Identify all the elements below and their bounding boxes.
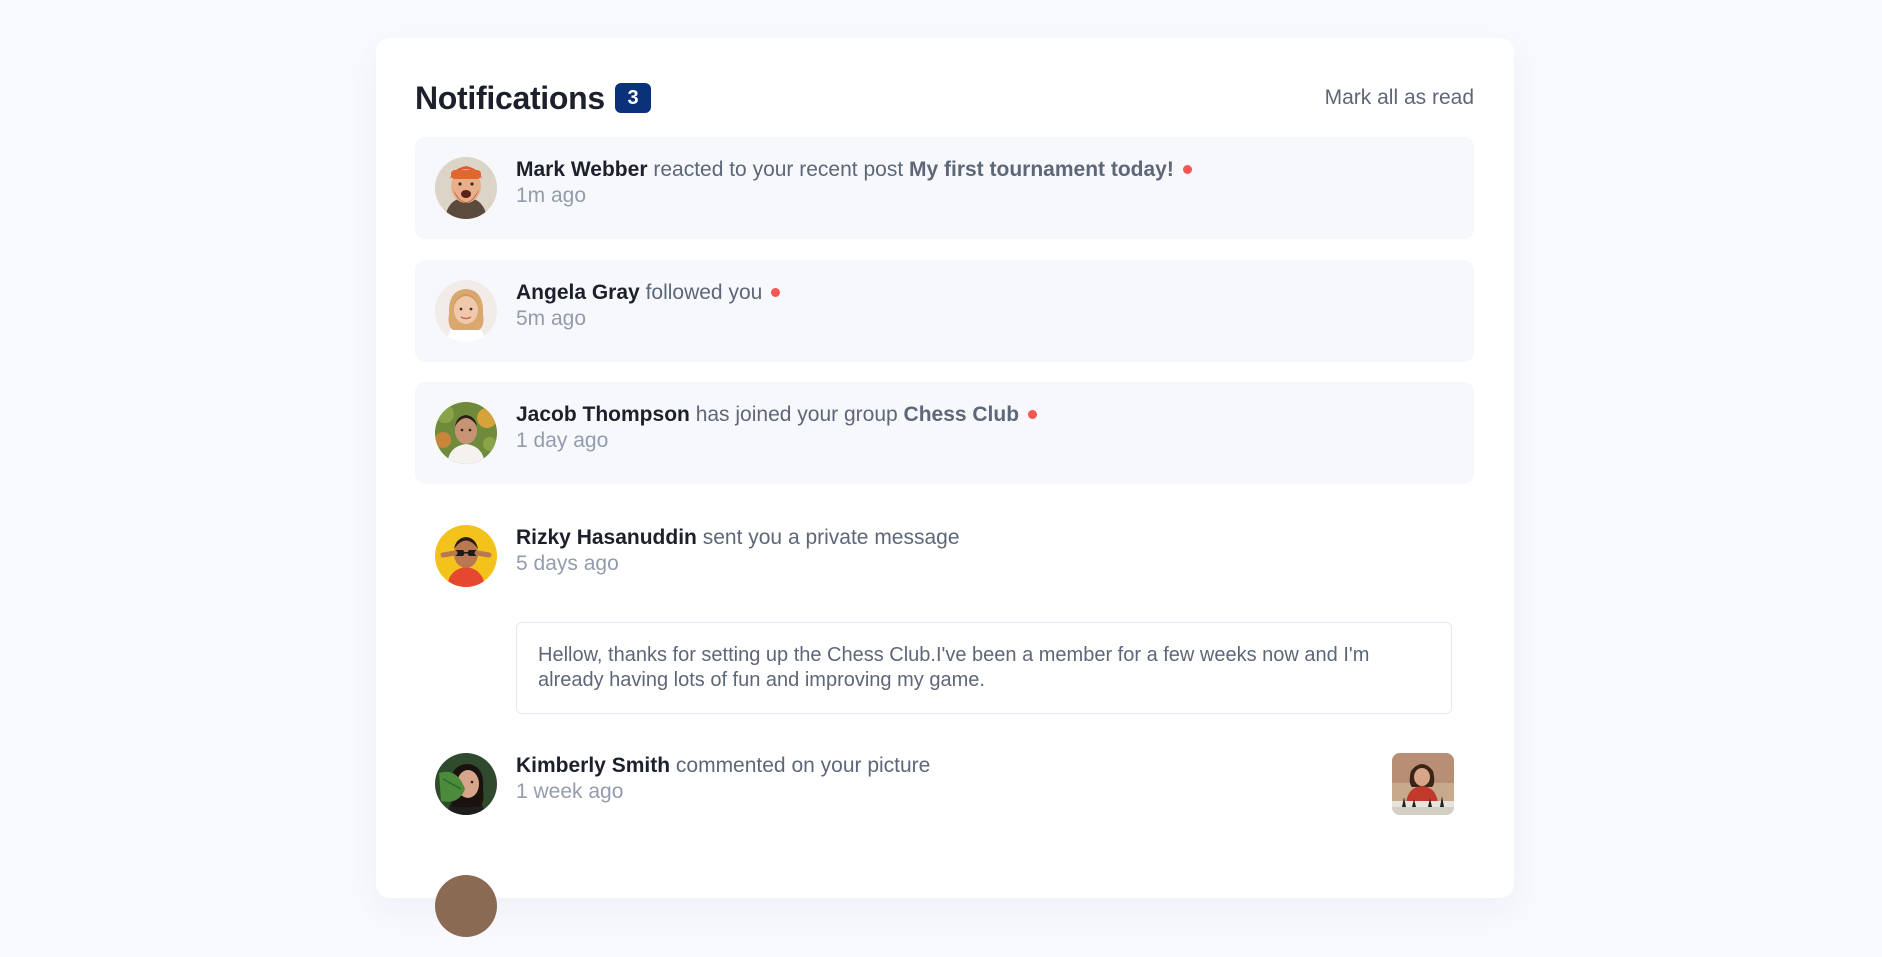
chess-picture-icon	[1392, 753, 1454, 815]
notification-item[interactable]: Jacob Thompson has joined your group Che…	[415, 382, 1474, 484]
avatar-mark-webber-icon	[435, 157, 497, 219]
notification-time: 1m ago	[516, 184, 587, 207]
avatar-kimberly-smith-icon	[435, 753, 497, 815]
group-name-link[interactable]: Chess Club	[904, 403, 1020, 426]
unread-count-badge: 3	[615, 83, 651, 113]
unread-dot-icon	[771, 288, 781, 297]
notification-action: commented on your picture	[675, 754, 931, 777]
unread-dot-icon	[1028, 410, 1038, 419]
notification-action: sent you a private message	[702, 526, 960, 549]
notifications-card: Notifications 3 Mark all as read Mark We…	[376, 38, 1514, 937]
notification-time: 5m ago	[516, 307, 587, 330]
avatar[interactable]	[435, 753, 497, 815]
user-name-link[interactable]: Kimberly Smith	[516, 754, 670, 777]
notification-action: followed you	[645, 281, 763, 304]
notification-text: Rizky Hasanuddin sent you a private mess…	[516, 525, 1454, 551]
avatar-rizky-hasanuddin-icon	[435, 525, 497, 587]
page-title: Notifications	[415, 80, 605, 116]
notification-text: Jacob Thompson has joined your group Che…	[516, 402, 1454, 428]
user-name-link[interactable]: Angela Gray	[516, 281, 640, 304]
private-message-preview[interactable]: Hellow, thanks for setting up the Chess …	[516, 622, 1452, 714]
notification-time: 1 day ago	[516, 429, 609, 452]
post-title-link[interactable]: My first tournament today!	[909, 158, 1174, 181]
avatar[interactable]	[435, 402, 497, 464]
notification-text: Angela Gray followed you	[516, 280, 1454, 306]
avatar-icon	[435, 875, 497, 937]
notification-time: 5 days ago	[516, 552, 619, 575]
notification-item[interactable]: Kimberly Smith commented on your picture…	[415, 733, 1474, 835]
notifications-header: Notifications 3 Mark all as read	[415, 78, 1474, 118]
avatar[interactable]	[435, 875, 497, 937]
commented-picture-thumbnail[interactable]	[1392, 753, 1454, 815]
notification-text: Mark Webber reacted to your recent post …	[516, 157, 1454, 183]
notification-item[interactable]: Rizky Hasanuddin sent you a private mess…	[415, 505, 1474, 725]
avatar[interactable]	[435, 280, 497, 342]
avatar[interactable]	[435, 525, 497, 587]
notification-item[interactable]: Mark Webber reacted to your recent post …	[415, 137, 1474, 239]
notification-item[interactable]	[415, 855, 1474, 957]
user-name-link[interactable]: Rizky Hasanuddin	[516, 526, 697, 549]
notification-action: reacted to your recent post	[653, 158, 904, 181]
notification-action: has joined your group	[695, 403, 898, 426]
avatar-angela-gray-icon	[435, 280, 497, 342]
mark-all-as-read-button[interactable]: Mark all as read	[1325, 78, 1474, 118]
avatar[interactable]	[435, 157, 497, 219]
user-name-link[interactable]: Mark Webber	[516, 158, 648, 181]
avatar-jacob-thompson-icon	[435, 402, 497, 464]
notification-item[interactable]: Angela Gray followed you 5m ago	[415, 260, 1474, 362]
unread-dot-icon	[1182, 165, 1192, 174]
notification-time: 1 week ago	[516, 780, 624, 803]
notification-text: Kimberly Smith commented on your picture	[516, 753, 1454, 779]
user-name-link[interactable]: Jacob Thompson	[516, 403, 690, 426]
